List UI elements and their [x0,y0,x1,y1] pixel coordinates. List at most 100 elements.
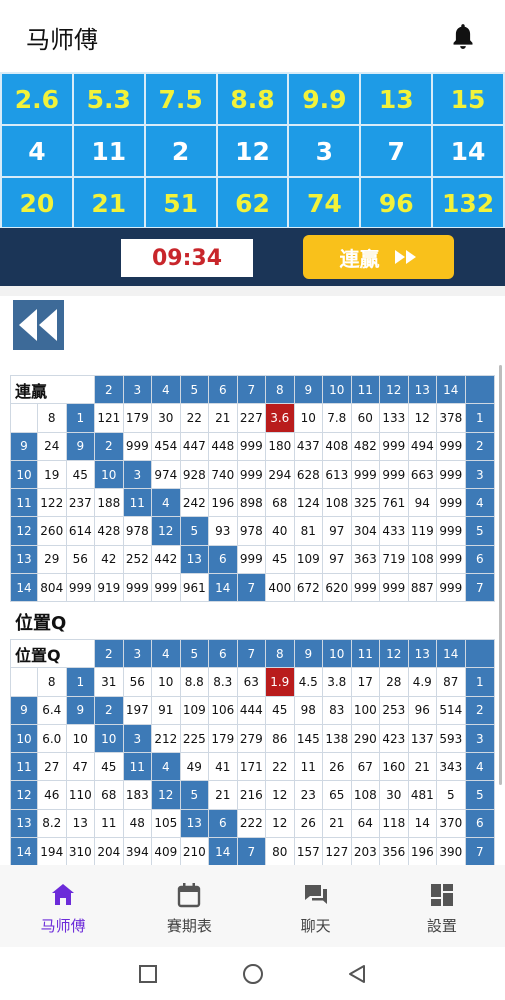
odds-value-cell[interactable]: 108 [407,544,438,575]
odds-value-cell[interactable]: 109 [179,695,210,725]
odds-value-cell[interactable]: 13 [179,808,210,839]
odds-value-cell[interactable]: 804 [37,573,67,603]
odds-value-cell[interactable]: 6 [208,808,238,839]
odds-value-cell[interactable]: 279 [236,723,267,754]
odds-cell[interactable]: 21 [72,177,145,229]
odds-value-cell[interactable]: 3.8 [322,667,352,697]
odds-value-cell[interactable]: 8 [37,667,67,697]
odds-value-cell[interactable]: 188 [94,488,124,518]
odds-value-cell[interactable]: 97 [322,544,352,575]
odds-value-cell[interactable]: 3 [122,723,153,754]
odds-value-cell[interactable]: 7.8 [322,403,352,433]
odds-value-cell[interactable]: 48 [122,808,153,839]
odds-value-cell[interactable]: 121 [94,403,124,433]
odds-value-cell[interactable]: 41 [208,752,238,782]
odds-value-cell[interactable]: 437 [293,431,324,461]
odds-value-cell[interactable]: 310 [65,837,96,865]
odds-value-cell[interactable]: 21 [407,752,438,782]
odds-value-cell[interactable]: 127 [322,837,352,865]
odds-cell[interactable]: 4 [1,125,73,177]
odds-value-cell[interactable]: 290 [350,723,381,754]
odds-value-cell[interactable]: 10 [293,403,324,433]
odds-value-cell[interactable]: 494 [407,431,438,461]
odds-tables-scroll[interactable]: 連贏 2 3 4 5 6 7 8 9 10 11 12 13 14 8 1 121 179 30 22 21 227 3.6… [0,355,505,865]
odds-value-cell[interactable]: 260 [37,516,67,546]
odds-value-cell[interactable]: 719 [379,544,409,575]
odds-value-cell[interactable]: 433 [379,516,409,546]
circle-icon[interactable] [242,963,264,985]
odds-value-cell[interactable]: 672 [293,573,324,603]
odds-value-cell[interactable]: 8.8 [179,667,210,697]
odds-value-cell[interactable]: 13 [179,544,210,575]
odds-value-cell[interactable]: 21 [208,403,238,433]
odds-cell[interactable]: 7 [360,125,433,177]
odds-value-cell[interactable]: 978 [122,516,153,546]
odds-value-cell[interactable]: 45 [265,544,295,575]
odds-value-cell[interactable]: 14 [407,808,438,839]
odds-value-cell[interactable]: 45 [265,695,295,725]
odds-value-cell[interactable]: 14 [208,573,238,603]
odds-value-cell[interactable]: 2 [94,695,124,725]
odds-value-cell[interactable]: 13 [65,808,96,839]
odds-value-cell[interactable]: 740 [208,459,238,490]
odds-value-cell[interactable]: 180 [265,431,295,461]
odds-value-cell[interactable]: 106 [208,695,238,725]
odds-value-cell[interactable]: 11 [293,752,324,782]
odds-value-cell[interactable]: 196 [208,488,238,518]
odds-value-cell[interactable]: 98 [293,695,324,725]
lianying-button[interactable]: 連贏 [303,235,454,279]
odds-value-cell[interactable]: 409 [151,837,181,865]
odds-value-cell[interactable]: 179 [122,403,153,433]
odds-value-cell[interactable]: 999 [236,544,267,575]
odds-value-cell[interactable]: 2 [94,431,124,461]
odds-cell[interactable]: 96 [360,177,433,229]
odds-value-cell[interactable]: 12 [265,780,295,810]
odds-value-cell[interactable]: 46 [37,780,67,810]
odds-cell[interactable]: 51 [144,177,217,229]
odds-value-cell[interactable]: 378 [436,403,466,433]
odds-cell[interactable]: 8.8 [216,73,289,125]
odds-value-cell[interactable]: 242 [179,488,210,518]
odds-value-cell[interactable]: 47 [65,752,96,782]
odds-value-cell[interactable]: 343 [436,752,466,782]
odds-value-cell[interactable]: 81 [293,516,324,546]
odds-value-cell[interactable]: 124 [293,488,324,518]
odds-value-cell[interactable]: 138 [322,723,352,754]
odds-cell[interactable]: 3 [288,125,361,177]
odds-value-cell[interactable]: 3.6 [265,403,295,433]
odds-value-cell[interactable]: 10 [94,723,124,754]
odds-value-cell[interactable]: 10 [151,667,181,697]
odds-value-cell[interactable]: 928 [179,459,210,490]
odds-value-cell[interactable]: 999 [436,488,466,518]
odds-value-cell[interactable]: 628 [293,459,324,490]
odds-value-cell[interactable]: 8.2 [37,808,67,839]
odds-value-cell[interactable]: 21 [322,808,352,839]
odds-value-cell[interactable]: 593 [436,723,466,754]
triangle-back-icon[interactable] [346,963,368,985]
odds-value-cell[interactable]: 482 [350,431,381,461]
odds-value-cell[interactable]: 999 [236,431,267,461]
odds-value-cell[interactable]: 108 [322,488,352,518]
odds-value-cell[interactable]: 974 [151,459,181,490]
odds-value-cell[interactable]: 21 [208,780,238,810]
odds-value-cell[interactable]: 999 [122,573,153,603]
odds-value-cell[interactable]: 400 [265,573,295,603]
odds-value-cell[interactable]: 454 [151,431,181,461]
odds-value-cell[interactable]: 237 [65,488,96,518]
odds-value-cell[interactable]: 27 [37,752,67,782]
odds-value-cell[interactable]: 194 [37,837,67,865]
odds-value-cell[interactable]: 12 [265,808,295,839]
odds-value-cell[interactable]: 80 [265,837,295,865]
odds-value-cell[interactable]: 29 [37,544,67,575]
odds-value-cell[interactable]: 119 [407,516,438,546]
odds-value-cell[interactable]: 22 [265,752,295,782]
odds-value-cell[interactable]: 919 [94,573,124,603]
odds-value-cell[interactable]: 428 [94,516,124,546]
odds-value-cell[interactable]: 10 [94,459,124,490]
odds-cell[interactable]: 132 [432,177,504,229]
odds-cell[interactable]: 11 [72,125,145,177]
odds-value-cell[interactable]: 23 [293,780,324,810]
odds-value-cell[interactable]: 26 [293,808,324,839]
odds-value-cell[interactable]: 999 [122,431,153,461]
nav-item-2[interactable]: 聊天 [253,865,379,947]
